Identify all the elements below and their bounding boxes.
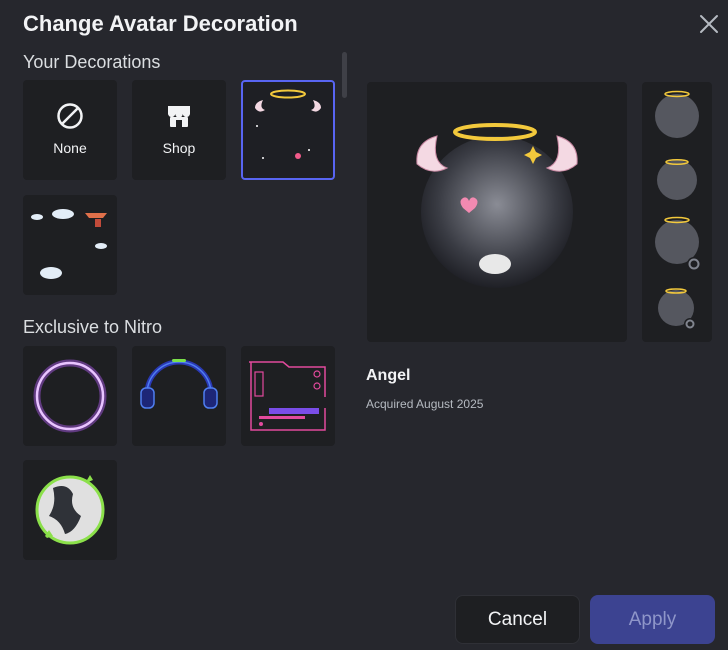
clouds-decoration-icon <box>31 209 107 279</box>
preview-size-medium <box>657 158 697 200</box>
avatar-decoration-modal: Change Avatar Decoration Your Decoration… <box>0 0 728 650</box>
decoration-name: Angel <box>366 367 411 384</box>
neon-ring-icon <box>33 359 107 433</box>
avatar-preview-image <box>416 123 578 288</box>
decoration-shop-tile[interactable]: Shop <box>132 80 226 180</box>
preview-small-with-status <box>658 288 696 330</box>
decoration-none-tile[interactable]: None <box>23 80 117 180</box>
angel-decoration-icon <box>255 89 321 159</box>
preview-size-large <box>655 90 699 138</box>
scrollbar[interactable] <box>342 52 347 98</box>
decoration-headphones-tile[interactable] <box>132 346 226 446</box>
none-label: None <box>53 140 87 156</box>
none-icon <box>57 103 83 129</box>
preview-strip <box>642 82 712 342</box>
section-exclusive-nitro: Exclusive to Nitro <box>23 317 163 337</box>
decoration-angel-tile[interactable] <box>241 80 335 180</box>
decoration-acquired: Acquired August 2025 <box>366 397 484 411</box>
section-your-decorations: Your Decorations <box>23 52 161 72</box>
decoration-clouds-tile[interactable] <box>23 195 117 295</box>
cancel-button[interactable]: Cancel <box>455 595 580 644</box>
cyber-hud-icon <box>249 361 326 431</box>
close-icon[interactable] <box>697 12 721 36</box>
decoration-preview <box>367 82 627 342</box>
decoration-planet-tile[interactable] <box>23 460 117 560</box>
shop-label: Shop <box>162 140 196 156</box>
modal-title: Change Avatar Decoration <box>23 11 298 36</box>
shop-icon <box>168 106 190 127</box>
preview-with-status <box>655 216 701 271</box>
small-previews <box>655 90 701 330</box>
decoration-neon-ring-tile[interactable] <box>23 346 117 446</box>
planet-icon <box>35 475 105 545</box>
decoration-cyber-hud-tile[interactable] <box>241 346 335 446</box>
headphones-icon <box>140 359 218 409</box>
apply-button[interactable]: Apply <box>590 595 715 644</box>
